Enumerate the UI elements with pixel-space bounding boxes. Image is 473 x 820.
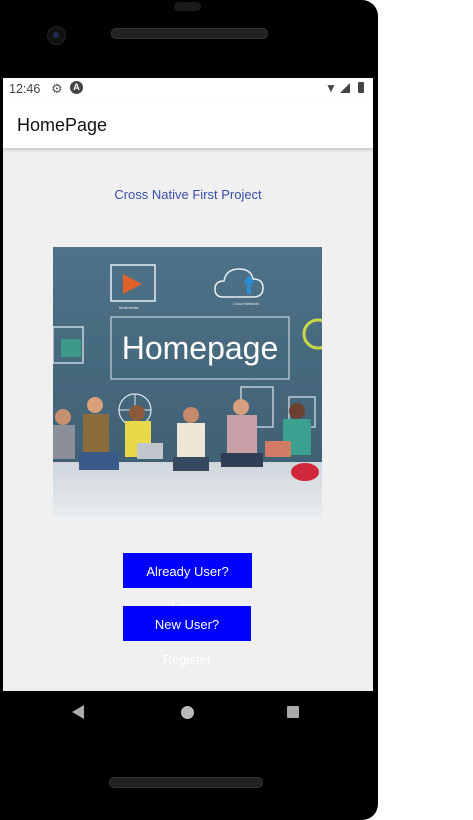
homepage-hero-image: Multimedia Cloud Network Homepage	[53, 247, 322, 517]
camera-icon	[47, 26, 66, 45]
login-button[interactable]: Already User? Login	[123, 553, 252, 614]
app-bar: HomePage	[3, 100, 373, 148]
navigation-bar	[0, 691, 378, 735]
status-time: 12:46	[9, 82, 41, 96]
device-screen: 12:46 ⚙ A ▼ HomePage Cross Native First …	[3, 78, 373, 691]
phone-frame: 12:46 ⚙ A ▼ HomePage Cross Native First …	[0, 0, 378, 820]
multimedia-label: Multimedia	[119, 305, 139, 310]
recents-icon[interactable]	[287, 706, 299, 718]
page-title: HomePage	[17, 115, 108, 135]
wifi-icon: ▼	[325, 81, 337, 95]
battery-icon	[358, 82, 364, 93]
phone-notch	[174, 2, 201, 11]
bottom-speaker	[109, 777, 263, 788]
project-title-text: Cross Native First Project	[114, 187, 262, 202]
signal-icon	[340, 83, 350, 93]
home-icon[interactable]	[181, 706, 194, 719]
gear-icon: ⚙	[51, 81, 63, 96]
hero-title-text: Homepage	[122, 330, 279, 366]
register-button[interactable]: New User? Register	[123, 606, 251, 667]
status-bar: 12:46 ⚙ A ▼	[3, 78, 373, 100]
back-icon[interactable]	[72, 705, 84, 719]
a-icon: A	[70, 81, 83, 94]
top-speaker	[111, 28, 268, 39]
cloud-network-label: Cloud Network	[233, 301, 259, 306]
